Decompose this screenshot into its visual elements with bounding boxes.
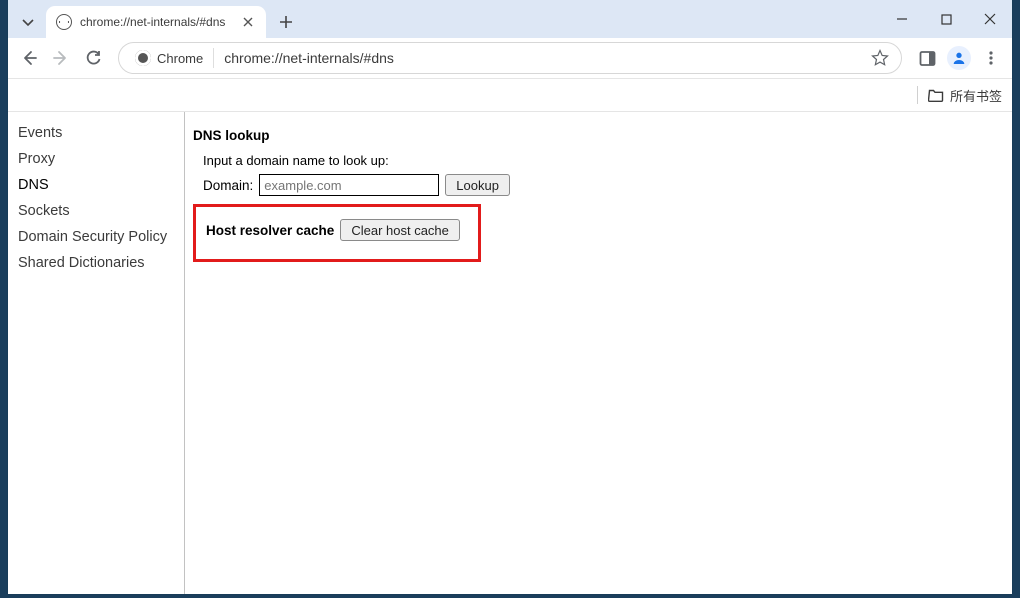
sidebar-item-dns[interactable]: DNS [8,172,184,198]
tab-search-button[interactable] [12,8,44,38]
window-minimize-button[interactable] [880,4,924,34]
sidebar-item-shared-dictionaries[interactable]: Shared Dictionaries [8,250,184,276]
bookmarks-bar: 所有书签 [8,79,1012,112]
all-bookmarks-button[interactable]: 所有书签 [928,86,1002,105]
sidebar-item-events[interactable]: Events [8,120,184,146]
clear-host-cache-button[interactable]: Clear host cache [340,219,460,241]
chrome-logo-icon [135,50,151,66]
host-resolver-cache-heading: Host resolver cache [206,223,334,238]
address-bar[interactable]: Chrome chrome://net-internals/#dns [118,42,902,74]
chrome-origin-label: Chrome [157,51,203,66]
panel-icon [919,50,936,67]
sidebar-item-proxy[interactable]: Proxy [8,146,184,172]
reload-icon [85,50,102,67]
profile-avatar [947,46,971,70]
close-icon [243,17,253,27]
tab-title: chrome://net-internals/#dns [80,15,240,29]
chrome-origin-badge: Chrome [131,48,214,68]
window-maximize-button[interactable] [924,4,968,34]
lookup-button[interactable]: Lookup [445,174,510,196]
sidebar-item-domain-security-policy[interactable]: Domain Security Policy [8,224,184,250]
domain-label: Domain: [203,178,253,193]
domain-input[interactable] [259,174,439,196]
person-icon [951,50,967,66]
kebab-menu-icon [983,50,999,66]
chevron-down-icon [22,17,34,29]
dns-lookup-instruction: Input a domain name to look up: [203,153,1004,168]
profile-button[interactable] [944,43,974,73]
minimize-icon [896,13,908,25]
bookmark-star-button[interactable] [871,49,889,67]
sidebar-item-sockets[interactable]: Sockets [8,198,184,224]
folder-icon [928,87,944,103]
back-button[interactable] [14,43,44,73]
star-icon [871,49,889,67]
side-panel-button[interactable] [912,43,942,73]
globe-icon [56,14,72,30]
maximize-icon [941,14,952,25]
chrome-window: chrome://net-internals/#dns [8,0,1012,594]
toolbar: Chrome chrome://net-internals/#dns [8,38,1012,79]
tab-close-button[interactable] [240,14,256,30]
arrow-right-icon [52,49,70,67]
dns-lookup-heading: DNS lookup [193,128,1004,143]
all-bookmarks-label: 所有书签 [950,86,1002,105]
title-bar: chrome://net-internals/#dns [8,0,1012,38]
window-close-button[interactable] [968,4,1012,34]
main-panel: DNS lookup Input a domain name to look u… [185,112,1012,594]
new-tab-button[interactable] [272,8,300,36]
host-resolver-cache-section: Host resolver cache Clear host cache [193,204,481,262]
omnibox-url: chrome://net-internals/#dns [224,50,871,66]
reload-button[interactable] [78,43,108,73]
content-area: Events Proxy DNS Sockets Domain Security… [8,112,1012,594]
plus-icon [279,15,293,29]
browser-tab[interactable]: chrome://net-internals/#dns [46,6,266,38]
close-icon [984,13,996,25]
separator [917,86,918,104]
sidebar: Events Proxy DNS Sockets Domain Security… [8,112,185,594]
arrow-left-icon [20,49,38,67]
forward-button [46,43,76,73]
chrome-menu-button[interactable] [976,43,1006,73]
